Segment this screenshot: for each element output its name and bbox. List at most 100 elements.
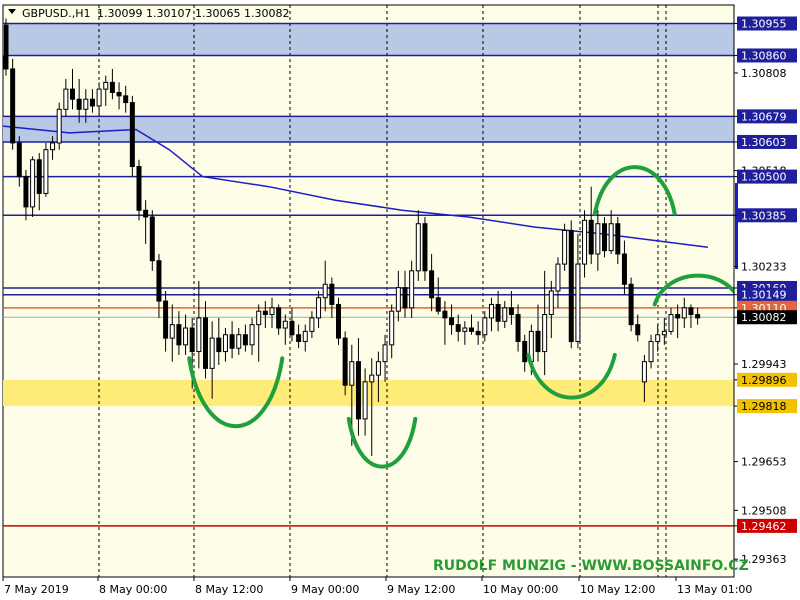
time-tick-label: 8 May 00:00	[99, 583, 167, 596]
time-tick-label: 8 May 12:00	[195, 583, 263, 596]
candle-bull	[43, 149, 49, 194]
price-tick-label: 1.30500	[741, 171, 787, 184]
price-zone-support	[3, 379, 734, 407]
time-tick-label: 13 May 01:00	[677, 583, 752, 596]
candle-bull	[681, 307, 687, 319]
chart-title: GBPUSD.,H1	[22, 7, 90, 20]
candle-bull	[488, 303, 494, 319]
time-tick-label: 10 May 12:00	[580, 583, 655, 596]
axis-scroll-marker	[735, 183, 738, 269]
time-tick-label: 10 May 00:00	[483, 583, 558, 596]
candle-bull	[96, 88, 102, 107]
candle-bull	[362, 381, 368, 420]
chart-window: 1.30955 1.30860 1.30808 1.30679 1.30603 1.305…	[0, 0, 800, 600]
price-chart[interactable]: 1.30955 1.30860 1.30808 1.30679 1.30603 1.305…	[0, 0, 800, 600]
candle-bear	[495, 303, 501, 322]
price-tick-label: 1.30808	[741, 67, 787, 80]
candle-bear	[262, 310, 268, 316]
candle-bull	[256, 310, 262, 326]
time-tick-label: 9 May 00:00	[291, 583, 359, 596]
price-tick-label: 1.30385	[741, 209, 787, 222]
candle-bear	[615, 223, 621, 255]
candle-bull	[196, 317, 202, 353]
price-tick-label: 1.30860	[741, 49, 787, 62]
candle-bull	[482, 317, 488, 336]
candle-bull	[236, 334, 242, 349]
candle-bull	[83, 98, 89, 110]
ohlc-readout: 1.30099 1.30107 1.30065 1.30082	[97, 7, 289, 20]
candle-bear	[336, 303, 341, 339]
candle-bear	[116, 91, 122, 97]
candle-bear	[449, 317, 455, 326]
price-tick-label: 1.29896	[741, 374, 787, 387]
price-tick-label: 1.30679	[741, 110, 787, 123]
candle-bull	[595, 223, 601, 255]
candle-bull	[415, 223, 421, 272]
candle-bull	[608, 223, 614, 252]
price-tick-label: 1.30149	[741, 289, 787, 302]
candle-bull	[548, 290, 554, 316]
price-zone-resistance	[3, 116, 734, 142]
candle-bear	[635, 324, 641, 336]
candle-bear	[568, 229, 574, 342]
candle-bull	[183, 327, 189, 346]
candle-bull	[222, 334, 228, 353]
candle-bull	[462, 327, 468, 332]
candle-bear	[355, 361, 361, 420]
candle-bear	[89, 98, 95, 107]
candle-bear	[515, 314, 521, 342]
candle-bull	[382, 344, 388, 363]
candle-bear	[296, 334, 302, 342]
candle-bear	[675, 314, 681, 319]
price-tick-label: 1.30233	[741, 260, 787, 273]
candle-bear	[229, 334, 235, 349]
price-tick-label: 1.29462	[741, 520, 787, 533]
candle-bear	[628, 283, 634, 326]
price-tick-label: 1.29508	[741, 504, 787, 517]
candle-bear	[342, 337, 348, 386]
time-tick-label: 9 May 12:00	[387, 583, 455, 596]
candle-bull	[169, 324, 175, 339]
candle-bear	[422, 223, 428, 272]
candle-bull	[309, 317, 315, 332]
candle-bull	[668, 314, 674, 332]
candle-bull	[349, 361, 355, 386]
candle-bear	[136, 166, 142, 211]
time-tick-label: 7 May 2019	[4, 583, 69, 596]
candle-bear	[329, 283, 335, 305]
candle-bull	[575, 263, 581, 342]
candle-bear	[163, 300, 169, 339]
candle-bear	[429, 270, 435, 299]
candle-bull	[209, 337, 215, 369]
candle-bull	[661, 330, 667, 336]
watermark-text: RUDOLF MUNZIG - WWW.BOSSAINFO.CZ	[433, 558, 749, 574]
candle-bear	[475, 330, 481, 336]
price-tick-label: 1.29653	[741, 456, 787, 469]
candle-bull	[641, 361, 647, 383]
price-tick-label: 1.30082	[741, 311, 787, 324]
candle-bear	[23, 176, 29, 208]
candle-bear	[535, 330, 541, 353]
candle-bull	[648, 340, 654, 363]
candle-bull	[375, 361, 381, 376]
candle-bear	[602, 223, 607, 252]
candle-bear	[289, 320, 295, 336]
candle-bear	[242, 334, 248, 346]
candle-bull	[282, 320, 288, 329]
candle-bull	[50, 142, 56, 151]
candle-bear	[16, 142, 22, 178]
candle-bear	[123, 95, 129, 104]
candle-bear	[156, 260, 162, 302]
candle-bear	[109, 81, 115, 93]
candle-bear	[216, 337, 222, 353]
candle-bull	[322, 283, 328, 299]
candle-bull	[542, 314, 548, 353]
candle-bear	[129, 102, 135, 168]
candle-bear	[588, 219, 594, 255]
candle-bear	[455, 324, 461, 332]
price-tick-label: 1.30955	[741, 18, 787, 31]
candle-bull	[269, 307, 275, 316]
candle-bull	[316, 297, 322, 319]
candle-bull	[562, 229, 568, 265]
candle-bear	[442, 310, 448, 319]
